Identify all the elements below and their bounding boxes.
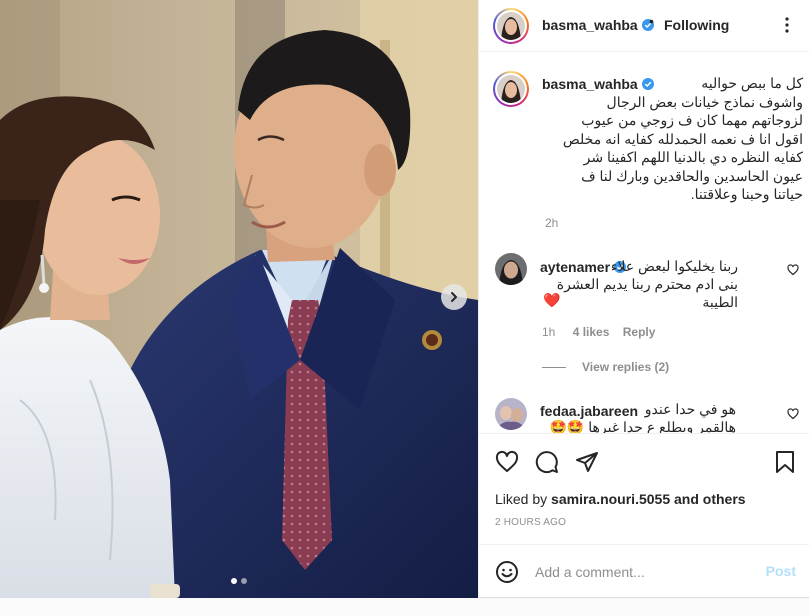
carousel-dot-active (231, 578, 237, 584)
caption-avatar[interactable] (493, 71, 529, 107)
comment-age[interactable]: 1h (542, 325, 555, 339)
share-button[interactable] (575, 450, 599, 479)
caption-username-text[interactable]: basma_wahba (542, 76, 638, 92)
comment-like-button[interactable] (787, 263, 799, 281)
comment-avatar-aytenamer[interactable] (495, 253, 527, 285)
liked-by-user[interactable]: samira.nouri.5055 (551, 491, 670, 507)
post-header: basma_wahba • Following (479, 0, 809, 52)
verified-badge-icon (641, 78, 654, 90)
author-avatar[interactable] (493, 8, 529, 44)
comment-meta: 1h 4 likes Reply (542, 325, 655, 339)
chevron-right-icon (451, 292, 457, 302)
post-comment-button[interactable]: Post (766, 563, 796, 579)
header-separator: • (649, 13, 654, 29)
comment-reply-button[interactable]: Reply (623, 325, 656, 339)
caption-timestamp[interactable]: 2h (545, 216, 558, 230)
comment-avatar-image (495, 398, 527, 430)
send-icon (576, 452, 598, 472)
comments-section[interactable]: كل ما ببص حواليه واشوف نماذج خيانات بعض … (479, 53, 809, 433)
author-username-text[interactable]: basma_wahba (542, 17, 638, 33)
comment-text: ربنا يخليكوا لبعض علاء بنى ادم محترم ربن… (556, 258, 738, 310)
save-button[interactable] (774, 450, 796, 479)
heart-icon (787, 408, 799, 420)
comment-avatar-fedaa[interactable] (495, 398, 527, 430)
comment-button[interactable] (535, 450, 559, 479)
more-icon (785, 17, 789, 33)
author-avatar-image (497, 12, 525, 40)
post-side-panel: basma_wahba • Following كل ما ببص حواليه… (478, 0, 809, 598)
add-comment-bar: Post (479, 544, 809, 598)
comment-icon (535, 451, 558, 474)
liked-by-line: Liked by samira.nouri.5055 and others (495, 491, 746, 507)
carousel-indicator (0, 578, 478, 584)
liked-by-others[interactable]: and others (674, 491, 746, 507)
view-replies-row[interactable]: View replies (2) (542, 360, 669, 374)
comment-input[interactable] (535, 561, 755, 583)
view-replies-button[interactable]: View replies (2) (582, 360, 669, 374)
caption-avatar-image (497, 75, 525, 103)
emoji-button[interactable] (495, 560, 519, 589)
liked-by-prefix: Liked by (495, 491, 548, 507)
like-button[interactable] (495, 450, 519, 479)
heart-icon (495, 450, 519, 472)
heart-icon (787, 264, 799, 276)
caption-username[interactable]: basma_wahba (542, 76, 654, 94)
couple-photo (0, 0, 478, 598)
comment-emoji: ❤️ (543, 292, 561, 308)
carousel-next-button[interactable] (441, 284, 467, 310)
post-timestamp[interactable]: 2 HOURS AGO (495, 517, 566, 528)
carousel-dot (241, 578, 247, 584)
post-actions: Liked by samira.nouri.5055 and others 2 … (479, 433, 809, 543)
emoji-icon (496, 561, 518, 583)
comment-avatar-image (495, 253, 527, 285)
bookmark-icon (776, 451, 794, 473)
post-photo[interactable] (0, 0, 478, 598)
comment-likes[interactable]: 4 likes (573, 325, 610, 339)
comment-text: هو في حدا عندو هالقمر ويطلع ع حدا غيرها … (549, 401, 736, 433)
instagram-post: basma_wahba • Following كل ما ببص حواليه… (0, 0, 809, 598)
more-options-button[interactable] (778, 16, 796, 39)
replies-divider (542, 367, 566, 369)
comment-like-button[interactable] (787, 407, 799, 425)
following-button[interactable]: Following (664, 17, 729, 33)
author-username[interactable]: basma_wahba (542, 17, 654, 35)
